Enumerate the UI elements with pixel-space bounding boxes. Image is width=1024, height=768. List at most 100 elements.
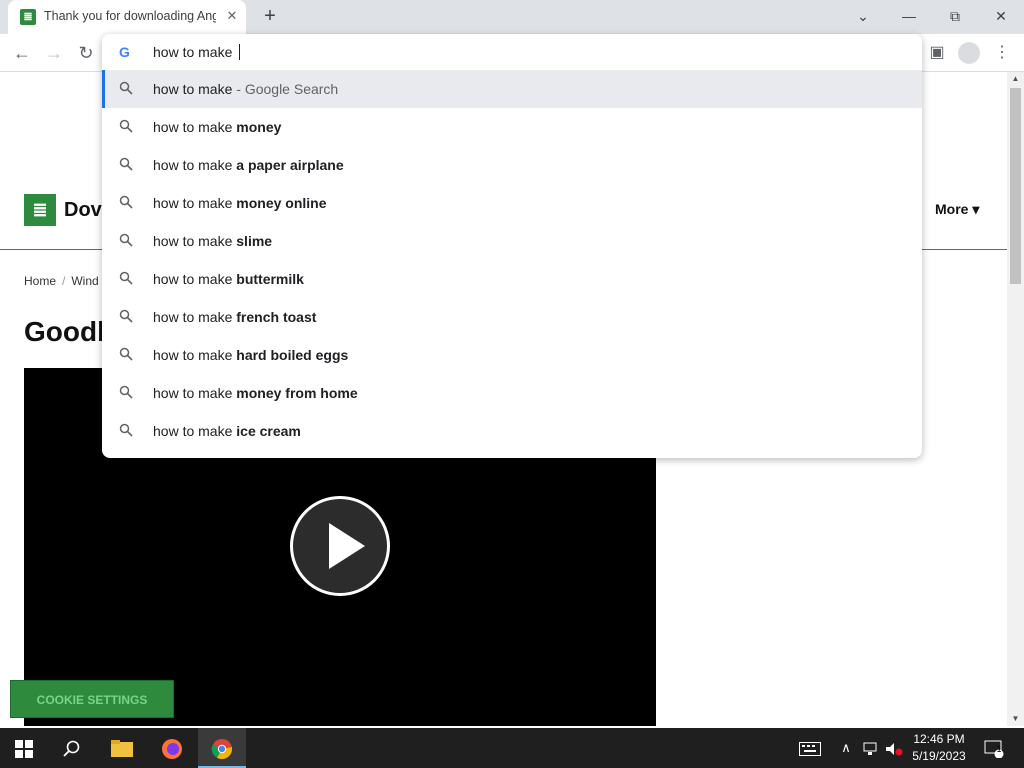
suggestion-item[interactable]: how to make money online [102, 184, 922, 222]
suggestion-item[interactable]: how to make money [102, 108, 922, 146]
windows-icon[interactable] [0, 728, 48, 768]
firefox-icon[interactable] [148, 728, 196, 768]
search-icon [119, 233, 133, 247]
suggestion-item[interactable]: how to make money from home [102, 374, 922, 412]
suggestion-item[interactable]: how to make hard boiled eggs [102, 336, 922, 374]
taskbar: ∧ 12:46 PM 5/19/2023 1 [0, 728, 1024, 768]
file-explorer-icon[interactable] [98, 728, 146, 768]
network-glyph-icon [863, 742, 877, 755]
system-clock[interactable]: 12:46 PM 5/19/2023 [906, 731, 972, 765]
search-icon [119, 81, 133, 95]
suggestion-prefix: how to make [153, 271, 237, 287]
scroll-up-icon[interactable]: ▲ [1007, 72, 1024, 86]
search-icon [119, 423, 133, 437]
breadcrumb: Home / Wind [24, 274, 99, 288]
back-icon[interactable]: ← [10, 41, 34, 65]
suggestion-text: how to make money [153, 119, 281, 135]
magnifier-icon [63, 740, 80, 757]
suggestion-prefix: how to make [153, 157, 237, 173]
vertical-scrollbar[interactable]: ▲ ▼ [1007, 72, 1024, 726]
chrome-icon[interactable] [198, 728, 246, 768]
title-bar: ≣ Thank you for downloading Ang ✕ + ⌄ — … [0, 0, 1024, 34]
suggestion-item[interactable]: how to make ice cream [102, 412, 922, 450]
suggestion-completion: buttermilk [236, 271, 304, 287]
reload-icon[interactable]: ↻ [74, 41, 98, 65]
suggestion-text: how to make a paper airplane [153, 157, 344, 173]
tray-expand-icon[interactable]: ∧ [836, 728, 856, 768]
google-icon: G [119, 44, 130, 60]
suggestion-prefix: how to make [153, 81, 233, 97]
search-icon[interactable] [48, 728, 96, 768]
play-icon[interactable] [290, 496, 390, 596]
side-panel-icon[interactable]: ▣ [926, 42, 948, 64]
suggestion-completion: money online [236, 195, 327, 211]
close-window-button[interactable]: ✕ [986, 4, 1016, 28]
speaker-icon [886, 742, 903, 756]
windows-logo-icon [15, 740, 33, 759]
minimize-button[interactable]: — [894, 4, 924, 28]
suggestion-text: how to make buttermilk [153, 271, 304, 287]
suggestion-prefix: how to make [153, 119, 237, 135]
breadcrumb-separator: / [62, 274, 66, 288]
breadcrumb-windows[interactable]: Wind [71, 274, 98, 288]
suggestion-item[interactable]: how to make buttermilk [102, 260, 922, 298]
scrollbar-thumb[interactable] [1010, 88, 1021, 284]
suggestion-item[interactable]: how to make slime [102, 222, 922, 260]
suggestion-text: how to make ice cream [153, 423, 301, 439]
suggestion-completion: hard boiled eggs [236, 347, 349, 363]
suggestion-text: how to make money online [153, 195, 327, 211]
suggestion-completion: french toast [236, 309, 317, 325]
search-icon [119, 347, 133, 361]
suggestion-prefix: how to make [153, 423, 237, 439]
suggestion-completion: money [236, 119, 282, 135]
play-triangle-icon [329, 523, 365, 569]
menu-icon[interactable]: ⋮ [991, 42, 1013, 64]
suggestion-text: how to make hard boiled eggs [153, 347, 348, 363]
clock-time: 12:46 PM [913, 732, 965, 746]
scroll-down-icon[interactable]: ▼ [1007, 712, 1024, 726]
keyboard-icon[interactable] [796, 728, 824, 768]
search-icon [119, 119, 133, 133]
address-input[interactable]: how to make [153, 44, 241, 60]
suggestion-item[interactable]: how to make - Google Search [102, 70, 922, 108]
site-logo-icon[interactable]: ≣ [24, 194, 56, 226]
suggestion-completion: money from home [236, 385, 358, 401]
search-icon [119, 195, 133, 209]
new-tab-button[interactable]: + [260, 6, 280, 26]
suggestion-prefix: how to make [153, 195, 237, 211]
more-label: More [935, 201, 969, 217]
site-name[interactable]: Dov [64, 199, 102, 222]
notification-count: 1 [996, 744, 1002, 754]
clock-date: 5/19/2023 [912, 749, 966, 763]
more-menu[interactable]: More ▾ [935, 201, 979, 218]
volume-muted-icon[interactable] [884, 728, 904, 768]
browser-tab[interactable]: ≣ Thank you for downloading Ang ✕ [8, 0, 246, 34]
suggestion-prefix: how to make [153, 385, 237, 401]
suggestion-completion: ice cream [236, 423, 301, 439]
address-bar[interactable]: G how to make [102, 34, 922, 70]
cookie-settings-button[interactable]: COOKIE SETTINGS [10, 680, 174, 718]
search-icon [119, 385, 133, 399]
tab-search-dropdown-icon[interactable]: ⌄ [848, 4, 878, 28]
address-input-text: how to make [153, 44, 237, 60]
suggestion-prefix: how to make [153, 233, 237, 249]
network-icon[interactable] [860, 728, 880, 768]
suggestion-completion: - Google Search [232, 81, 339, 97]
search-icon [119, 157, 133, 171]
caret-down-icon: ▾ [972, 201, 980, 217]
forward-icon[interactable]: → [42, 41, 66, 65]
restore-button[interactable]: ⧉ [940, 4, 970, 28]
suggestion-prefix: how to make [153, 309, 237, 325]
suggestion-text: how to make french toast [153, 309, 316, 325]
text-caret [239, 44, 241, 60]
chrome-logo-icon [211, 739, 233, 760]
keyboard-glyph-icon [799, 741, 821, 756]
breadcrumb-home[interactable]: Home [24, 274, 56, 288]
profile-avatar[interactable] [958, 42, 980, 64]
suggestion-item[interactable]: how to make a paper airplane [102, 146, 922, 184]
folder-icon [111, 740, 133, 758]
suggestion-text: how to make money from home [153, 385, 358, 401]
suggestion-item[interactable]: how to make french toast [102, 298, 922, 336]
tab-close-icon[interactable]: ✕ [224, 8, 240, 24]
suggestion-text: how to make - Google Search [153, 81, 338, 97]
